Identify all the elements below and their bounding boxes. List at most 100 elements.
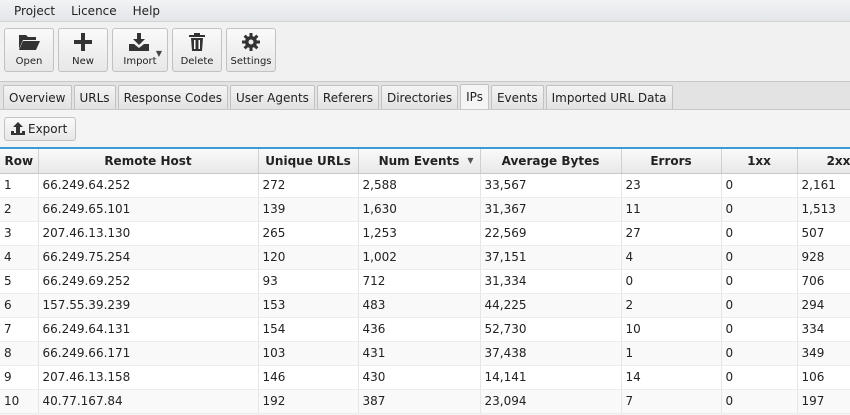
tab-referers[interactable]: Referers [316,85,379,109]
table-cell: 146 [258,365,359,390]
column-header[interactable]: 2xx [797,149,850,174]
table-cell: 157.55.39.239 [38,293,259,318]
new-button[interactable]: New [58,28,108,72]
table-cell: 37,151 [480,245,622,270]
table-cell: 40.77.167.84 [38,389,259,414]
table-cell: 66.249.64.131 [38,317,259,342]
tab-events[interactable]: Events [490,85,544,109]
table-cell: 66.249.64.252 [38,173,259,198]
table-cell: 192 [258,389,359,414]
table-row[interactable]: 2 66.249.65.101 139 1,630 31,367 11 0 1,513 [0,197,850,222]
table-cell: 23,094 [480,389,622,414]
table-cell: 2,161 [797,173,850,198]
table-cell: 0 [721,317,798,342]
table-cell: 294 [797,293,850,318]
table-cell: 0 [721,173,798,198]
table-cell: 10 [621,317,722,342]
table-cell: 2 [621,293,722,318]
table-cell: 0 [721,269,798,294]
table-cell: 66.249.65.101 [38,197,259,222]
import-label: Import [123,56,157,67]
tab-user-agents[interactable]: User Agents [229,85,315,109]
table-cell: 0 [721,389,798,414]
tab-imported-url-data[interactable]: Imported URL Data [545,85,673,109]
chevron-down-icon[interactable]: ▼ [156,49,162,58]
new-label: New [72,56,94,67]
tab-urls[interactable]: URLs [73,85,116,109]
table-cell: 9 [0,365,39,390]
table-row[interactable]: 1 66.249.64.252 272 2,588 33,567 23 0 2,161 [0,173,850,198]
table-cell: 27 [621,221,722,246]
menu-licence[interactable]: Licence [63,4,125,18]
table-row[interactable]: 10 40.77.167.84 192 387 23,094 7 0 197 [0,389,850,414]
table-row[interactable]: 6 157.55.39.239 153 483 44,225 2 0 294 [0,293,850,318]
column-header-label: 2xx [826,153,850,168]
table-row[interactable]: 9 207.46.13.158 146 430 14,141 14 0 106 [0,365,850,390]
table-cell: 431 [358,341,481,366]
sort-descending-icon: ▼ [467,156,474,165]
table-cell: 66.249.66.171 [38,341,259,366]
settings-button[interactable]: Settings [226,28,276,72]
menu-project[interactable]: Project [6,4,63,18]
table-row[interactable]: 3 207.46.13.130 265 1,253 22,569 27 0 507 [0,221,850,246]
table-cell: 66.249.75.254 [38,245,259,270]
table-cell: 139 [258,197,359,222]
table-cell: 706 [797,269,850,294]
column-header[interactable]: 1xx [721,149,798,174]
column-header-label: Num Events [378,153,460,168]
tab-response-codes[interactable]: Response Codes [117,85,228,109]
column-header-label: 1xx [747,153,771,168]
table-cell: 0 [721,197,798,222]
menu-help[interactable]: Help [125,4,168,18]
column-header-label: Remote Host [104,153,192,168]
table-row[interactable]: 7 66.249.64.131 154 436 52,730 10 0 334 [0,317,850,342]
table-cell: 1 [0,173,39,198]
table-cell: 2 [0,197,39,222]
column-header[interactable]: Row [0,149,39,174]
column-header-label: Average Bytes [501,153,600,168]
table-cell: 44,225 [480,293,622,318]
table-cell: 0 [621,269,722,294]
toolbar: Open New Import ▼ Delete Settings [0,22,850,82]
tab-ips[interactable]: IPs [460,84,489,109]
upload-icon [11,122,25,135]
table-cell: 1 [621,341,722,366]
import-button[interactable]: Import ▼ [112,28,168,72]
table-cell: 197 [797,389,850,414]
column-header[interactable]: Average Bytes [480,149,622,174]
column-header-label: Row [4,153,34,168]
open-label: Open [15,56,43,67]
table-cell: 7 [0,317,39,342]
table-cell: 7 [621,389,722,414]
tab-overview[interactable]: Overview [3,85,72,109]
delete-button[interactable]: Delete [172,28,222,72]
table-row[interactable]: 4 66.249.75.254 120 1,002 37,151 4 0 928 [0,245,850,270]
table-cell: 0 [721,221,798,246]
table-cell: 387 [358,389,481,414]
table-cell: 507 [797,221,850,246]
table-cell: 1,630 [358,197,481,222]
column-header[interactable]: Unique URLs [258,149,359,174]
open-button[interactable]: Open [4,28,54,72]
column-header[interactable]: Num Events ▼ [358,149,481,174]
table-cell: 6 [0,293,39,318]
table-cell: 1,253 [358,221,481,246]
table-cell: 0 [721,341,798,366]
table-cell: 3 [0,221,39,246]
table-cell: 430 [358,365,481,390]
table-cell: 66.249.69.252 [38,269,259,294]
table-cell: 4 [0,245,39,270]
column-header[interactable]: Errors [621,149,722,174]
export-button[interactable]: Export [4,116,77,141]
table-cell: 120 [258,245,359,270]
delete-label: Delete [180,56,214,67]
column-header[interactable]: Remote Host [38,149,259,174]
table-row[interactable]: 8 66.249.66.171 103 431 37,438 1 0 349 [0,341,850,366]
table-cell: 1,002 [358,245,481,270]
table-cell: 8 [0,341,39,366]
table-cell: 0 [721,293,798,318]
tab-directories[interactable]: Directories [380,85,459,109]
table-row[interactable]: 5 66.249.69.252 93 712 31,334 0 0 706 [0,269,850,294]
table-cell: 37,438 [480,341,622,366]
table-cell: 349 [797,341,850,366]
